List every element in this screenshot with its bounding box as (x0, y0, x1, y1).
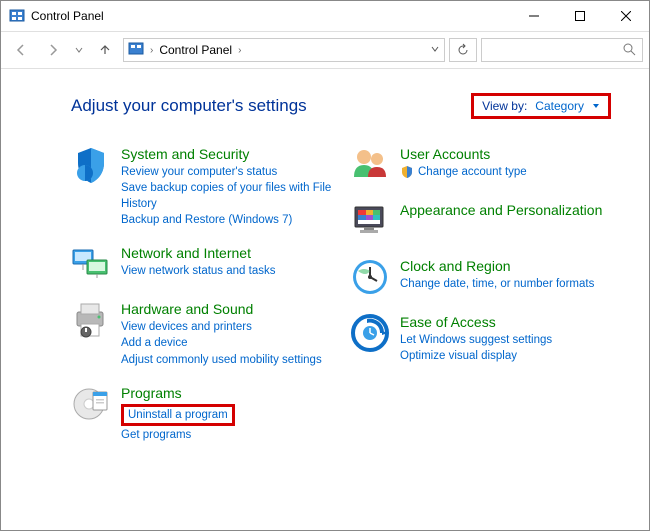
category-hardware-sound: Hardware and Sound View devices and prin… (71, 300, 332, 367)
chevron-right-icon[interactable]: › (150, 45, 153, 56)
task-link[interactable]: Save backup copies of your files with Fi… (121, 180, 332, 212)
programs-icon (71, 384, 111, 424)
forward-button[interactable] (39, 36, 67, 64)
task-link[interactable]: Change date, time, or number formats (400, 276, 611, 292)
task-link[interactable]: Optimize visual display (400, 348, 611, 364)
minimize-button[interactable] (511, 1, 557, 31)
breadcrumb-root[interactable]: Control Panel (159, 43, 232, 57)
view-by-value: Category (535, 99, 584, 113)
category-programs: Programs Uninstall a program Get program… (71, 384, 332, 443)
content-area: Adjust your computer's settings View by:… (1, 69, 649, 479)
user-accounts-icon (350, 145, 390, 185)
ease-of-access-icon (350, 313, 390, 353)
category-appearance-personalization: Appearance and Personalization (350, 201, 611, 241)
category-network-internet: Network and Internet View network status… (71, 244, 332, 284)
task-link[interactable]: View network status and tasks (121, 263, 332, 279)
refresh-button[interactable] (449, 38, 477, 62)
highlight-box: Uninstall a program (121, 404, 235, 426)
task-link[interactable]: View devices and printers (121, 319, 332, 335)
maximize-button[interactable] (557, 1, 603, 31)
task-link[interactable]: Let Windows suggest settings (400, 332, 611, 348)
view-by-label: View by: (482, 99, 527, 113)
titlebar: Control Panel (1, 1, 649, 31)
page-title: Adjust your computer's settings (71, 96, 307, 116)
category-link-appearance[interactable]: Appearance and Personalization (400, 202, 611, 218)
task-link[interactable]: Get programs (121, 427, 332, 443)
close-button[interactable] (603, 1, 649, 31)
task-link[interactable]: Review your computer's status (121, 164, 332, 180)
control-panel-icon (128, 41, 144, 60)
toolbar: › Control Panel › (1, 31, 649, 69)
category-link-system-security[interactable]: System and Security (121, 146, 332, 162)
search-input[interactable] (481, 38, 643, 62)
category-ease-of-access: Ease of Access Let Windows suggest setti… (350, 313, 611, 364)
category-link-clock-region[interactable]: Clock and Region (400, 258, 611, 274)
control-panel-icon (9, 8, 25, 24)
category-link-ease-of-access[interactable]: Ease of Access (400, 314, 611, 330)
category-link-programs[interactable]: Programs (121, 385, 332, 401)
address-bar[interactable]: › Control Panel › (123, 38, 445, 62)
chevron-right-icon[interactable]: › (238, 45, 241, 56)
recent-locations-button[interactable] (71, 36, 87, 64)
network-icon (71, 244, 111, 284)
shield-icon (71, 145, 111, 185)
task-link[interactable]: Add a device (121, 335, 332, 351)
back-button[interactable] (7, 36, 35, 64)
printer-icon (71, 300, 111, 340)
left-column: System and Security Review your computer… (71, 145, 332, 459)
task-link[interactable]: Change account type (418, 164, 527, 180)
chevron-down-icon (592, 99, 600, 113)
appearance-icon (350, 201, 390, 241)
up-button[interactable] (91, 36, 119, 64)
view-by-selector[interactable]: View by: Category (471, 93, 611, 119)
shield-icon (400, 165, 414, 179)
window-title: Control Panel (31, 9, 511, 23)
category-link-user-accounts[interactable]: User Accounts (400, 146, 611, 162)
category-user-accounts: User Accounts Change account type (350, 145, 611, 185)
right-column: User Accounts Change account type Appear… (350, 145, 611, 459)
task-link-uninstall-program[interactable]: Uninstall a program (128, 409, 228, 421)
category-link-network-internet[interactable]: Network and Internet (121, 245, 332, 261)
category-system-security: System and Security Review your computer… (71, 145, 332, 228)
chevron-down-icon[interactable] (430, 43, 440, 57)
category-link-hardware-sound[interactable]: Hardware and Sound (121, 301, 332, 317)
category-clock-region: Clock and Region Change date, time, or n… (350, 257, 611, 297)
task-link[interactable]: Backup and Restore (Windows 7) (121, 212, 332, 228)
search-icon (622, 42, 636, 59)
task-link[interactable]: Adjust commonly used mobility settings (121, 352, 332, 368)
clock-icon (350, 257, 390, 297)
